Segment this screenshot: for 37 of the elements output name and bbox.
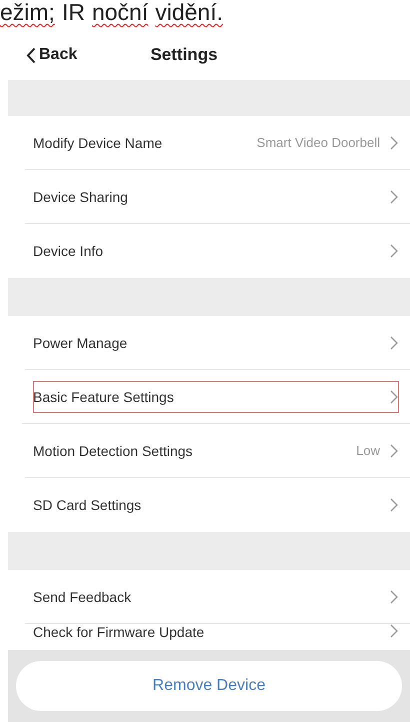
settings-row[interactable]: Device Info [25, 224, 410, 278]
row-label: Check for Firmware Update [33, 624, 206, 640]
settings-row[interactable]: Modify Device Name Smart Video Doorbell [25, 116, 410, 170]
row-label: Device Sharing [33, 188, 129, 204]
row-label: Device Info [33, 243, 104, 259]
settings-row[interactable]: Power Manage [25, 316, 410, 370]
settings-row[interactable]: Device Sharing [25, 170, 410, 224]
row-value: Low [356, 443, 380, 458]
settings-row[interactable]: Send Feedback [25, 570, 410, 624]
document-word: vidění. [155, 0, 223, 27]
remove-device-button[interactable]: Remove Device [16, 661, 402, 711]
chevron-icon [390, 498, 398, 512]
row-label: SD Card Settings [33, 497, 142, 513]
row-label: Motion Detection Settings [33, 442, 194, 458]
chevron-icon [390, 244, 398, 258]
row-label: Power Manage [33, 334, 128, 350]
row-value: Smart Video Doorbell [256, 135, 380, 150]
chevron-icon [390, 390, 398, 404]
back-button[interactable]: Back [26, 46, 78, 64]
settings-row[interactable]: Motion Detection Settings Low [25, 424, 410, 478]
chevron-icon [390, 444, 398, 458]
row-label: Modify Device Name [33, 134, 164, 150]
settings-row[interactable]: Check for Firmware Update [25, 624, 410, 650]
chevron-icon [390, 136, 398, 150]
chevron-icon [390, 624, 398, 638]
document-word: ežim; [0, 0, 55, 27]
row-label: Basic Feature Settings [33, 388, 175, 404]
settings-row[interactable]: Basic Feature Settings [22, 370, 410, 424]
chevron-icon [390, 590, 398, 604]
chevron-icon [390, 336, 398, 350]
chevron-icon [390, 190, 398, 204]
row-label: Send Feedback [33, 588, 132, 604]
screen-title: Settings [150, 45, 219, 64]
document-word: noční [92, 0, 148, 27]
back-chevron-icon [26, 46, 36, 64]
settings-row[interactable]: SD Card Settings [25, 478, 410, 532]
document-word: IR [62, 0, 85, 27]
